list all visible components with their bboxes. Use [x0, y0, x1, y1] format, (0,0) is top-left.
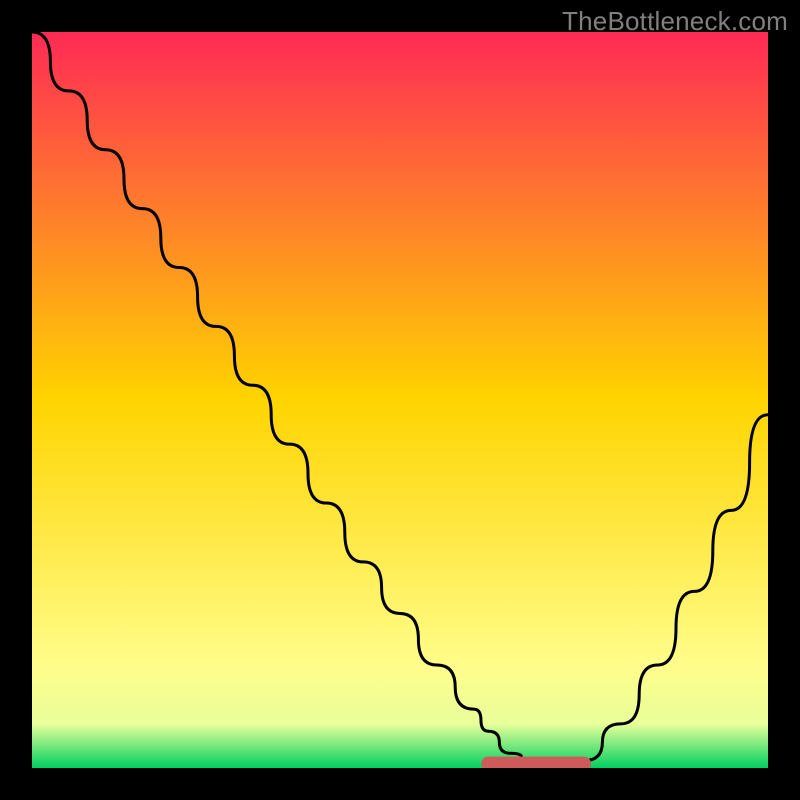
chart-svg: [32, 32, 768, 768]
plot-area: [32, 32, 768, 768]
chart-frame: TheBottleneck.com: [0, 0, 800, 800]
gradient-background: [32, 32, 768, 768]
watermark-text: TheBottleneck.com: [562, 6, 788, 37]
